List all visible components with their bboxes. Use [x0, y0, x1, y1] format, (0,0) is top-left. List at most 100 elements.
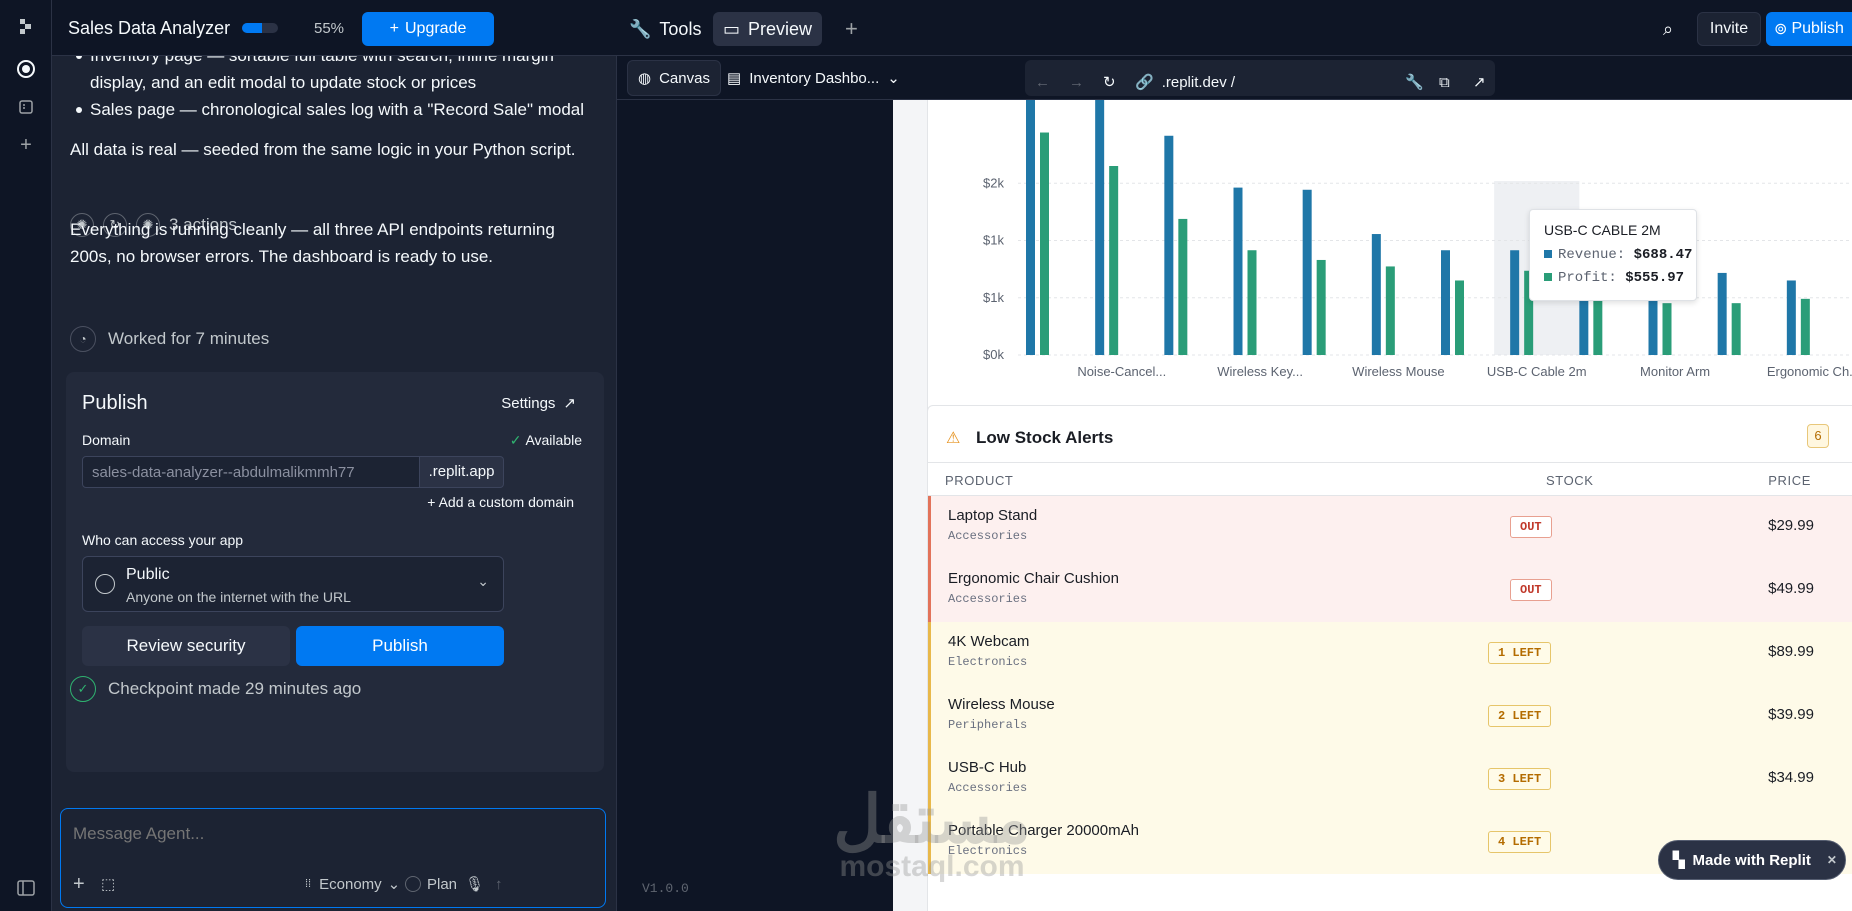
settings-label: Settings [501, 394, 556, 412]
replit-logo-icon[interactable] [11, 12, 41, 42]
message-text: Everything is running cleanly — all thre… [70, 220, 555, 266]
usage-progress-fill [242, 23, 262, 33]
table-row[interactable]: Ergonomic Chair Cushion Accessories OUT $49… [928, 559, 1852, 622]
table-row[interactable]: Wireless Mouse Peripherals 2 LEFT $39.99 [928, 685, 1852, 748]
profit-bar [1178, 218, 1188, 355]
access-label: Who can access your app [82, 532, 244, 548]
access-select[interactable]: Public Anyone on the internet with the U… [82, 556, 504, 612]
profit-bar [1662, 303, 1672, 355]
y-tick-label: $0k [983, 347, 1004, 362]
table-row[interactable]: 4K Webcam Electronics 1 LEFT $89.99 [928, 622, 1852, 685]
profit-bar [1731, 303, 1741, 355]
toggle-icon [405, 876, 421, 892]
upgrade-button[interactable]: + Upgrade [362, 12, 494, 46]
new-tab-icon[interactable]: + [835, 12, 868, 46]
preview-toolbar: ◍ Canvas ▤ Inventory Dashbo... ⌄ ← → ↻ 🔗 .re… [617, 56, 1852, 100]
domain-label: Domain [82, 432, 131, 448]
profit-bar [1247, 250, 1257, 355]
select-element-icon[interactable]: ⬚ [101, 871, 115, 897]
watermark-arabic: مستقل [833, 782, 1031, 856]
stock-badge: 1 LEFT [1488, 642, 1552, 664]
tab-preview[interactable]: ▭ Preview [713, 12, 823, 46]
external-link-icon: ↗ [563, 395, 576, 412]
canvas-label: Canvas [659, 69, 710, 87]
checkpoint-status[interactable]: ✓ Checkpoint made 29 minutes ago [70, 676, 361, 702]
page-selector[interactable]: ▤ Inventory Dashbo... ⌄ [717, 60, 910, 96]
chat-messages: Inventory page — sortable full table wit… [52, 56, 617, 806]
devtools-icon[interactable]: 🔧 [1395, 64, 1434, 100]
publish-top-label: Publish [1791, 20, 1844, 37]
close-icon[interactable]: ✕ [1827, 853, 1837, 867]
table-row[interactable]: USB-C Hub Accessories 3 LEFT $34.99 [928, 748, 1852, 811]
product-name: USB-C Hub [948, 759, 1027, 776]
message-input[interactable] [73, 819, 593, 849]
publish-top-button[interactable]: ⊚ Publish [1766, 12, 1852, 46]
header-product[interactable]: PRODUCT [945, 473, 1013, 488]
add-icon[interactable]: + [11, 130, 41, 160]
y-tick-label: $2k [983, 175, 1004, 190]
microphone-icon[interactable]: 🎙 [465, 871, 484, 897]
settings-link[interactable]: Settings ↗ [501, 394, 576, 413]
plan-toggle[interactable]: Plan [405, 871, 457, 897]
stock-badge: OUT [1510, 516, 1552, 538]
access-subtitle: Anyone on the internet with the URL [126, 589, 351, 605]
workspace-topbar: 🔧 Tools ▭ Preview + ⌕ Invite ⊚ Publish [617, 0, 1852, 56]
header-stock[interactable]: STOCK [1546, 473, 1594, 488]
reload-icon[interactable]: ↻ [1093, 64, 1126, 100]
usage-progress-bar [242, 23, 278, 33]
x-tick-label: Noise-Cancel... [1077, 364, 1166, 379]
header-price[interactable]: PRICE [1766, 473, 1811, 488]
preview-label: Preview [748, 18, 813, 39]
product-name: Ergonomic Chair Cushion [948, 570, 1119, 587]
available-label: Available [525, 432, 582, 448]
made-with-replit-badge[interactable]: ▚ Made with Replit ✕ [1658, 840, 1846, 880]
list-item: Sales page — chronological sales log wit… [76, 96, 610, 123]
devices-icon[interactable]: ⧉ [1429, 64, 1460, 100]
profit-bar [1800, 298, 1810, 355]
domain-available: ✓ Available [510, 432, 586, 449]
usage-percent: 55% [314, 20, 345, 37]
revenue-bar [1233, 187, 1243, 355]
attach-icon[interactable]: + [73, 871, 85, 897]
send-arrow-icon[interactable]: ↑ [495, 871, 503, 897]
tooltip-revenue-swatch [1544, 250, 1552, 258]
revenue-bar [1095, 100, 1105, 356]
canvas-button[interactable]: ◍ Canvas [627, 60, 721, 96]
palette-icon: ◍ [638, 70, 652, 87]
product-category: Accessories [948, 529, 1028, 543]
economy-mode-select[interactable]: ⁞⁞ Economy ⌄ [305, 871, 400, 897]
plus-icon: + [427, 494, 439, 510]
wrench-icon: 🔧 [629, 18, 652, 39]
product-category: Accessories [948, 592, 1028, 606]
link-icon: 🔗 [1135, 74, 1154, 91]
publish-button[interactable]: Publish [296, 626, 504, 666]
x-tick-label: Ergonomic Ch... [1767, 364, 1852, 379]
worked-status[interactable]: ◔ Worked for 7 minutes [70, 326, 269, 352]
invite-button[interactable]: Invite [1697, 12, 1761, 46]
profit-bar [1040, 132, 1049, 355]
publish-icon: ⊚ [1774, 21, 1788, 38]
profit-bar [1385, 266, 1395, 355]
monitor-icon: ▭ [723, 18, 741, 39]
back-arrow-icon[interactable]: ← [1025, 64, 1060, 100]
agent-icon[interactable] [11, 54, 41, 84]
url-display[interactable]: 🔗 .replit.dev / [1125, 64, 1245, 100]
message-composer: + ⬚ ⁞⁞ Economy ⌄ Plan 🎙 ↑ [60, 808, 606, 908]
revenue-bar [1786, 280, 1796, 355]
files-icon[interactable] [11, 92, 41, 122]
watermark-logo: مستقل mostaql.com [812, 786, 1052, 882]
revenue-bar [1441, 250, 1450, 355]
add-custom-domain-button[interactable]: + Add a custom domain [427, 494, 574, 510]
domain-input[interactable] [82, 456, 420, 488]
table-row[interactable]: Laptop Stand Accessories OUT $29.99 [928, 496, 1852, 559]
review-security-button[interactable]: Review security [82, 626, 290, 666]
tooltip-profit-swatch [1544, 273, 1552, 281]
toggle-sidebar-icon[interactable] [11, 873, 41, 903]
forward-arrow-icon[interactable]: → [1059, 64, 1094, 100]
tab-tools[interactable]: 🔧 Tools [619, 12, 711, 46]
watermark-english: mostaql.com [839, 850, 1025, 883]
publish-title: Publish [82, 392, 148, 414]
open-external-icon[interactable]: ↗ [1463, 64, 1496, 100]
stock-badge: 2 LEFT [1488, 705, 1552, 727]
search-icon[interactable]: ⌕ [1653, 12, 1683, 46]
